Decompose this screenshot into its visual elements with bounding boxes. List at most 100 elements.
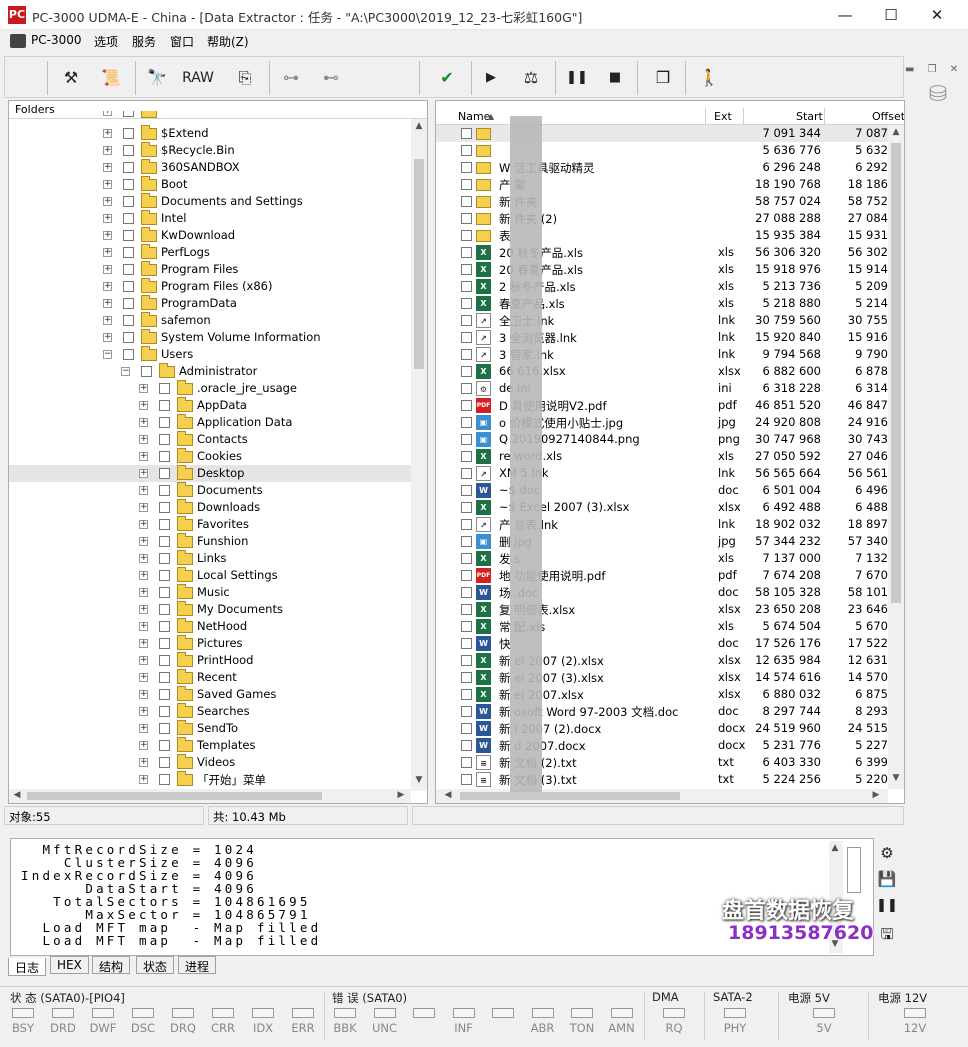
folder-tree-item[interactable]: + AppData: [9, 397, 411, 414]
file-checkbox[interactable]: [461, 485, 472, 496]
save-icon[interactable]: 💾: [876, 870, 898, 892]
folder-checkbox[interactable]: [159, 638, 170, 649]
expand-toggle[interactable]: +: [103, 163, 112, 172]
folder-tree-item[interactable]: + Links: [9, 550, 411, 567]
expand-toggle[interactable]: +: [139, 452, 148, 461]
file-row[interactable]: ▣ o 价模式使用小贴士.jpg jpg 24 920 808 24 916: [436, 414, 888, 431]
file-row[interactable]: W新 l 2007 (2).docx docx 24 519 960 24 515: [436, 720, 888, 737]
folder-checkbox[interactable]: [123, 349, 134, 360]
folder-checkbox[interactable]: [123, 315, 134, 326]
file-checkbox[interactable]: [461, 621, 472, 632]
folder-checkbox[interactable]: [159, 587, 170, 598]
scroll-right-icon[interactable]: ▶: [868, 790, 884, 800]
tab-process[interactable]: 进程: [178, 956, 217, 974]
expand-toggle[interactable]: +: [139, 741, 148, 750]
expand-toggle[interactable]: +: [139, 554, 148, 563]
folder-checkbox[interactable]: [159, 485, 170, 496]
folder-checkbox[interactable]: [159, 434, 170, 445]
expand-toggle[interactable]: +: [103, 197, 112, 206]
folder-tree-item[interactable]: + Documents: [9, 482, 411, 499]
scroll-thumb[interactable]: [891, 143, 901, 603]
file-row[interactable]: X新 el 2007 (2).xlsx xlsx 12 635 984 12 631: [436, 652, 888, 669]
play-icon[interactable]: ▶: [477, 65, 505, 91]
expand-toggle[interactable]: +: [103, 333, 112, 342]
file-checkbox[interactable]: [461, 570, 472, 581]
folder-checkbox[interactable]: [159, 536, 170, 547]
file-row[interactable]: X 20 秋冬产品.xls xls 56 306 320 56 302: [436, 244, 888, 261]
expand-toggle[interactable]: +: [139, 469, 148, 478]
folder-checkbox[interactable]: [159, 672, 170, 683]
maximize-button[interactable]: ☐: [868, 0, 914, 30]
menu-service[interactable]: 服务: [132, 33, 156, 50]
file-row[interactable]: X 20 春夏产品.xls xls 15 918 976 15 914: [436, 261, 888, 278]
file-checkbox[interactable]: [461, 638, 472, 649]
folder-checkbox[interactable]: [123, 128, 134, 139]
tab-status[interactable]: 状态: [136, 956, 175, 974]
folder-checkbox[interactable]: [123, 332, 134, 343]
folders-vscroll[interactable]: ▲ ▼: [411, 119, 427, 791]
scroll-thumb[interactable]: [414, 159, 424, 369]
folder-tree-item[interactable]: + safemon: [9, 312, 411, 329]
file-checkbox[interactable]: [461, 434, 472, 445]
folder-tree-item[interactable]: + Cookies: [9, 448, 411, 465]
folders-hscroll[interactable]: ◀ ▶: [9, 789, 411, 803]
folder-tree-item[interactable]: + Favorites: [9, 516, 411, 533]
file-row[interactable]: PDF 地 功能使用说明.pdf pdf 7 674 208 7 670: [436, 567, 888, 584]
folder-tree-item[interactable]: + PrintHood: [9, 652, 411, 669]
file-checkbox[interactable]: [461, 672, 472, 683]
folder-checkbox[interactable]: [159, 774, 170, 785]
folder-checkbox[interactable]: [123, 247, 134, 258]
expand-toggle[interactable]: +: [103, 248, 112, 257]
folder-tree-item[interactable]: + KwDownload: [9, 227, 411, 244]
col-start[interactable]: Start: [796, 110, 823, 123]
expand-toggle[interactable]: +: [139, 503, 148, 512]
scroll-left-icon[interactable]: ◀: [9, 790, 25, 800]
file-row[interactable]: W新 osoft Word 97-2003 文档.doc doc 8 297 744…: [436, 703, 888, 720]
file-row[interactable]: 产 案18 190 76818 186: [436, 176, 888, 193]
scroll-up-icon[interactable]: ▲: [411, 121, 427, 131]
file-checkbox[interactable]: [461, 451, 472, 462]
folder-tree-item[interactable]: + Videos: [9, 754, 411, 771]
expand-toggle[interactable]: +: [139, 537, 148, 546]
expand-toggle[interactable]: +: [139, 520, 148, 529]
file-row[interactable]: X ~$ Excel 2007 (3).xlsx xlsx 6 492 488 6 48…: [436, 499, 888, 516]
folder-tree-item[interactable]: + System Volume Information: [9, 329, 411, 346]
file-row[interactable]: ≡新 文档 (3).txttxt5 224 2565 220: [436, 771, 888, 788]
folder-tree-item[interactable]: − Administrator: [9, 363, 411, 380]
folder-checkbox[interactable]: [159, 655, 170, 666]
minimize-button[interactable]: —: [822, 0, 868, 30]
folder-checkbox[interactable]: [159, 706, 170, 717]
files-vscroll[interactable]: ▲ ▼: [888, 125, 904, 789]
tree-structure-icon[interactable]: ⊶: [277, 65, 305, 91]
folder-checkbox[interactable]: [159, 468, 170, 479]
expand-toggle[interactable]: +: [139, 707, 148, 716]
folder-tree-item[interactable]: + Music: [9, 584, 411, 601]
file-checkbox[interactable]: [461, 179, 472, 190]
file-checkbox[interactable]: [461, 519, 472, 530]
file-checkbox[interactable]: [461, 604, 472, 615]
file-checkbox[interactable]: [461, 196, 472, 207]
folder-tree-item[interactable]: + $Extend: [9, 125, 411, 142]
expand-toggle[interactable]: +: [139, 401, 148, 410]
scroll-up-icon[interactable]: ▲: [828, 843, 842, 853]
file-row[interactable]: X新 el 2007.xlsxxlsx6 880 0326 875: [436, 686, 888, 703]
col-ext[interactable]: Ext: [714, 110, 732, 123]
folder-tree-item[interactable]: − Users: [9, 346, 411, 363]
file-checkbox[interactable]: [461, 400, 472, 411]
expand-toggle[interactable]: +: [139, 486, 148, 495]
expand-toggle[interactable]: +: [103, 180, 112, 189]
file-row[interactable]: ≡新 文档 (2).txttxt6 403 3306 399: [436, 754, 888, 771]
files-hscroll[interactable]: ◀ ▶: [436, 789, 888, 803]
file-checkbox[interactable]: [461, 145, 472, 156]
menu-window[interactable]: 窗口: [170, 33, 194, 50]
file-row[interactable]: X2 秋冬产品.xls xls 5 213 736 5 209: [436, 278, 888, 295]
file-checkbox[interactable]: [461, 706, 472, 717]
file-row[interactable]: ▣删 jpgjpg57 344 23257 340: [436, 533, 888, 550]
file-checkbox[interactable]: [461, 366, 472, 377]
tab-hex[interactable]: HEX: [50, 956, 89, 974]
file-checkbox[interactable]: [461, 502, 472, 513]
expand-toggle[interactable]: +: [139, 656, 148, 665]
expand-toggle[interactable]: +: [139, 418, 148, 427]
file-row[interactable]: X新 el 2007 (3).xlsx xlsx 14 574 616 14 570: [436, 669, 888, 686]
file-checkbox[interactable]: [461, 468, 472, 479]
